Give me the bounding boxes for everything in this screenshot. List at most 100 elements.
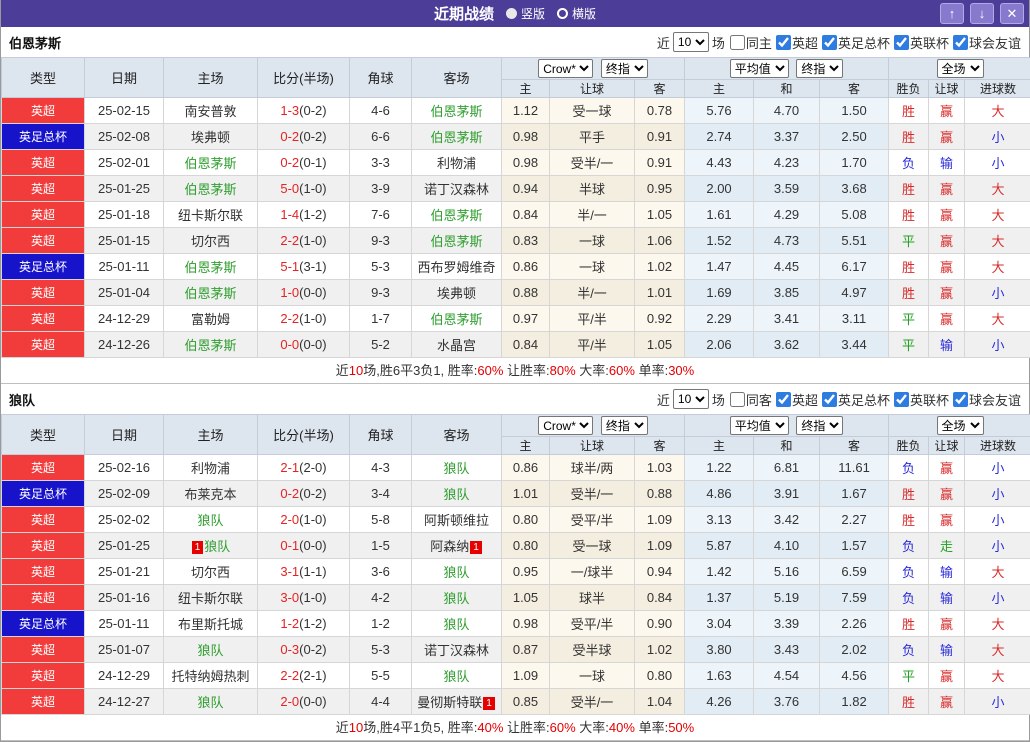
layout-radio-horizontal[interactable]: 横版	[557, 5, 596, 22]
league-checkbox[interactable]	[894, 35, 909, 50]
league-checkbox-label[interactable]: 英足总杯	[818, 390, 890, 409]
avg-draw-odds-cell: 4.70	[754, 98, 820, 124]
layout-radio-vertical[interactable]: 竖版	[506, 5, 545, 22]
league-checkbox[interactable]	[822, 35, 837, 50]
league-checkbox[interactable]	[894, 392, 909, 407]
league-checkbox-label[interactable]: 英超	[772, 390, 818, 409]
same-venue-checkbox[interactable]	[730, 392, 745, 407]
filters-bar: 近 10 场 同主 英超英足总杯英联杯球会友谊	[657, 32, 1021, 52]
crow-handicap-cell: 半/一	[550, 202, 635, 228]
period-select[interactable]: 全场	[937, 416, 984, 435]
league-type-cell: 英超	[2, 98, 85, 124]
match-count-select[interactable]: 10	[673, 32, 709, 52]
odds-source-select[interactable]: Crow*	[538, 59, 593, 78]
goals-cell: 小	[965, 481, 1030, 507]
corner-cell: 3-4	[350, 481, 412, 507]
away-cell: 狼队1	[412, 455, 502, 481]
league-label: 英超	[31, 312, 55, 326]
league-checkbox[interactable]	[776, 392, 791, 407]
avg-away-odds-cell: 2.27	[820, 507, 889, 533]
date-cell: 25-01-16	[85, 585, 164, 611]
halftime-score: (2-1)	[299, 668, 326, 683]
avg-time-select[interactable]: 终指	[796, 59, 843, 78]
league-checkbox[interactable]	[776, 35, 791, 50]
period-select[interactable]: 全场	[937, 59, 984, 78]
league-label: 英超	[31, 234, 55, 248]
same-venue-checkbox[interactable]	[730, 35, 745, 50]
home-team-name: 伯恩茅斯	[184, 286, 236, 301]
match-row: 英超 24-12-26 1伯恩茅斯 0-0(0-0) 5-2 水晶宫1 0.84…	[2, 332, 1030, 358]
avg-time-select[interactable]: 终指	[796, 416, 843, 435]
handicap-result-cell: 赢	[929, 689, 965, 715]
avg-home-odds-cell: 4.86	[685, 481, 754, 507]
avg-away-odds-cell: 5.51	[820, 228, 889, 254]
halftime-score: (0-2)	[299, 103, 326, 118]
away-cell: 水晶宫1	[412, 332, 502, 358]
radio-unselected-icon[interactable]	[557, 8, 568, 19]
goals-cell: 大	[965, 559, 1030, 585]
league-checkbox[interactable]	[953, 35, 968, 50]
radio-selected-icon[interactable]	[506, 8, 517, 19]
avg-away-odds-cell: 1.57	[820, 533, 889, 559]
same-venue-checkbox-label[interactable]: 同主	[725, 33, 772, 52]
col-score: 比分(半场)	[258, 415, 350, 455]
fulltime-score: 0-0	[280, 337, 299, 352]
avg-source-select[interactable]: 平均值	[730, 59, 789, 78]
col-type: 类型	[2, 58, 85, 98]
col-corner: 角球	[350, 415, 412, 455]
panel-title: 近期战绩	[434, 3, 494, 24]
league-checkbox-label[interactable]: 英足总杯	[818, 33, 890, 52]
recent-results-panel: 近期战绩 竖版 横版 ↑ ↓ ✕ 伯恩茅斯 近 10 场	[0, 0, 1030, 742]
move-down-button[interactable]: ↓	[970, 3, 994, 24]
avg-draw-odds-cell: 6.81	[754, 455, 820, 481]
crow-home-odds-cell: 0.98	[502, 124, 550, 150]
league-checkbox[interactable]	[822, 392, 837, 407]
radio-vertical-label: 竖版	[521, 5, 545, 22]
avg-draw-odds-cell: 3.62	[754, 332, 820, 358]
avg-source-select[interactable]: 平均值	[730, 416, 789, 435]
goals-cell: 大	[965, 202, 1030, 228]
league-checkbox[interactable]	[953, 392, 968, 407]
match-count-select[interactable]: 10	[673, 389, 709, 409]
away-cell: 曼彻斯特联1	[412, 689, 502, 715]
avg-draw-odds-cell: 4.23	[754, 150, 820, 176]
close-button[interactable]: ✕	[1000, 3, 1024, 24]
league-label: 英超	[31, 669, 55, 683]
corner-cell: 1-5	[350, 533, 412, 559]
col-avg-draw: 和	[754, 80, 820, 98]
fulltime-score: 1-4	[280, 207, 299, 222]
league-checkbox-label[interactable]: 球会友谊	[949, 390, 1021, 409]
home-team-name: 狼队	[197, 695, 223, 710]
league-checkbox-label[interactable]: 英超	[772, 33, 818, 52]
away-cell: 狼队1	[412, 481, 502, 507]
league-checkbox-label[interactable]: 英联杯	[890, 33, 949, 52]
corner-cell: 4-3	[350, 455, 412, 481]
crow-handicap-cell: 平/半	[550, 306, 635, 332]
crow-home-odds-cell: 0.84	[502, 202, 550, 228]
avg-draw-odds-cell: 4.73	[754, 228, 820, 254]
match-row: 英足总杯 25-02-09 1布莱克本 0-2(0-2) 3-4 狼队1 1.0…	[2, 481, 1030, 507]
league-checkbox-label[interactable]: 英联杯	[890, 390, 949, 409]
avg-away-odds-cell: 3.44	[820, 332, 889, 358]
avg-draw-odds-cell: 3.39	[754, 611, 820, 637]
halftime-score: (1-0)	[299, 590, 326, 605]
same-venue-label: 同主	[746, 33, 772, 52]
away-cell: 狼队1	[412, 663, 502, 689]
match-row: 英超 25-01-25 1狼队 0-1(0-0) 1-5 阿森纳1 0.80 受…	[2, 533, 1030, 559]
odds-time-select[interactable]: 终指	[601, 416, 648, 435]
date-cell: 25-02-01	[85, 150, 164, 176]
down-arrow-icon: ↓	[979, 6, 986, 21]
avg-away-odds-cell: 11.61	[820, 455, 889, 481]
same-venue-checkbox-label[interactable]: 同客	[725, 390, 772, 409]
league-type-cell: 英超	[2, 455, 85, 481]
league-checkbox-label[interactable]: 球会友谊	[949, 33, 1021, 52]
avg-away-odds-cell: 2.50	[820, 124, 889, 150]
match-row: 英超 25-01-16 1纽卡斯尔联 3-0(1-0) 4-2 狼队1 1.05…	[2, 585, 1030, 611]
away-team-name: 水晶宫	[437, 338, 476, 353]
odds-source-select[interactable]: Crow*	[538, 416, 593, 435]
home-cell: 1南安普敦	[164, 98, 258, 124]
odds-time-select[interactable]: 终指	[601, 59, 648, 78]
move-up-button[interactable]: ↑	[940, 3, 964, 24]
crow-handicap-cell: 受半/一	[550, 150, 635, 176]
summary-value: 50%	[668, 720, 694, 735]
